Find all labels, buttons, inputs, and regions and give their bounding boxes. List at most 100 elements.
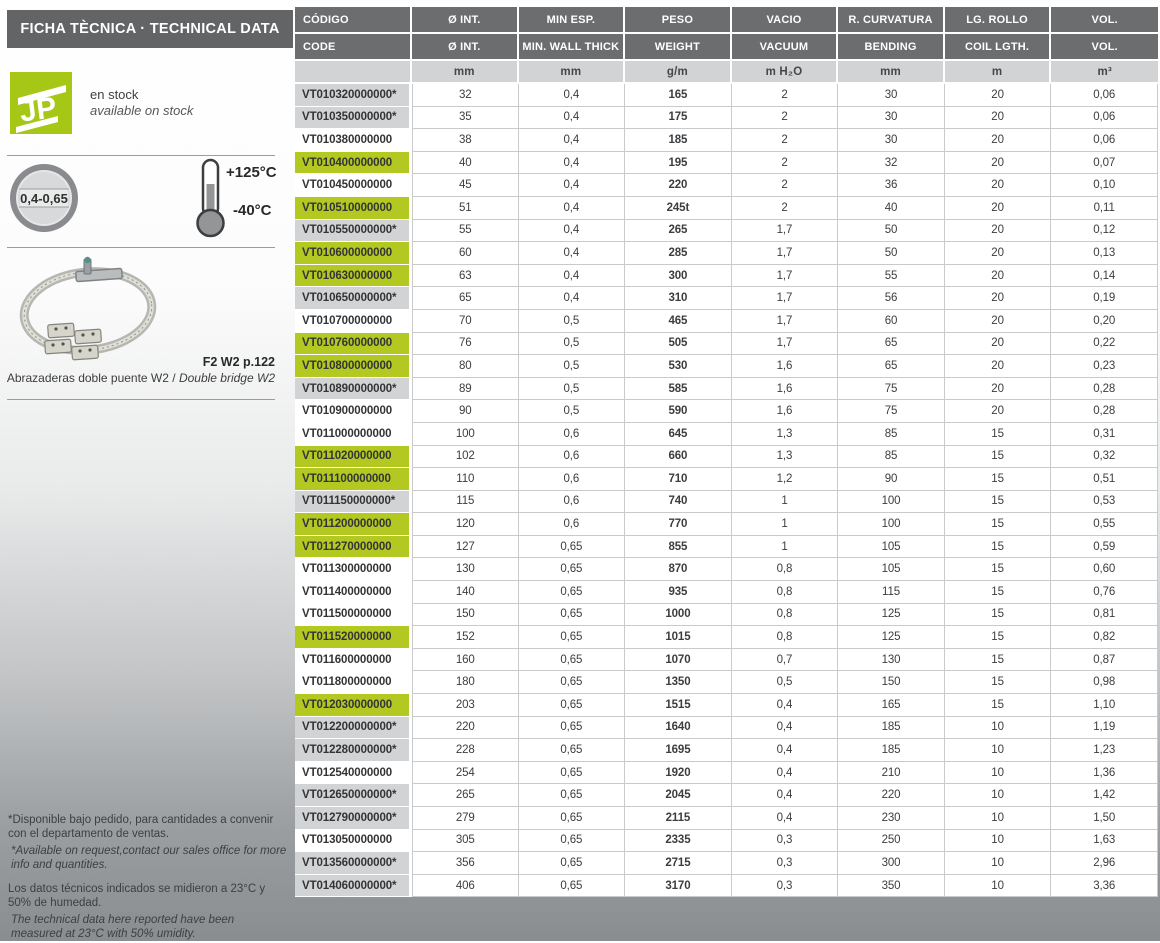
- row-value: 1350: [625, 671, 732, 695]
- row-value: 1,50: [1051, 807, 1158, 830]
- units-row: mm mm g/m m H₂O mm m m³: [295, 61, 1158, 84]
- row-value: 1920: [625, 761, 732, 785]
- row-value: 0,3: [731, 874, 839, 898]
- row-value: 0,7: [731, 648, 839, 672]
- column-header: VOL.: [1051, 34, 1158, 61]
- row-value: 2,96: [1051, 852, 1158, 875]
- row-value: 2715: [625, 852, 732, 875]
- row-code: VT013050000000: [295, 829, 412, 853]
- row-value: 0,65: [518, 716, 626, 740]
- row-value: 0,4: [518, 242, 626, 265]
- product-caption-en: Double bridge W2: [178, 371, 275, 385]
- row-code: VT012030000000: [295, 694, 412, 717]
- row-value: 265: [412, 784, 519, 807]
- row-value: 0,4: [518, 219, 626, 243]
- table-row: VT010600000000 60 0,4 285 1,7 50 20 0,13: [295, 242, 1158, 265]
- row-value: 0,3: [731, 852, 839, 875]
- divider: [7, 247, 275, 248]
- row-value: 1,7: [731, 287, 839, 310]
- row-value: 55: [838, 264, 945, 288]
- column-header: m H₂O: [731, 61, 839, 84]
- row-value: 1,19: [1051, 716, 1158, 740]
- row-value: 0,6: [518, 468, 626, 491]
- technical-data-table: CÓDIGO Ø INT. MIN ESP. PESO VACIO R. CURVATUR…: [295, 7, 1158, 898]
- row-value: 20: [944, 129, 1052, 152]
- table-row: VT010760000000 76 0,5 505 1,7 65 20 0,22: [295, 332, 1158, 356]
- row-value: 0,12: [1051, 219, 1158, 243]
- row-value: 0,60: [1051, 558, 1158, 582]
- row-value: 0,31: [1051, 422, 1158, 446]
- row-value: 0,59: [1051, 535, 1158, 559]
- row-value: 140: [412, 581, 519, 604]
- column-header: VACUUM: [731, 34, 839, 61]
- row-value: 2: [731, 106, 839, 130]
- row-value: 75: [838, 377, 945, 401]
- row-value: 0,8: [731, 581, 839, 604]
- row-value: 102: [412, 445, 519, 469]
- row-value: 0,6: [518, 490, 626, 514]
- notes: *Disponible bajo pedido, para cantidades…: [8, 813, 288, 943]
- row-value: 0,65: [518, 671, 626, 695]
- row-code: VT010890000000*: [295, 377, 412, 401]
- row-value: 30: [838, 84, 945, 107]
- column-header: Ø INT.: [412, 7, 519, 34]
- row-value: 1515: [625, 694, 732, 717]
- row-value: 185: [838, 739, 945, 762]
- row-code: VT010320000000*: [295, 84, 412, 107]
- row-value: 1000: [625, 603, 732, 627]
- table-row: VT011200000000 120 0,6 770 1 100 15 0,55: [295, 513, 1158, 536]
- row-value: 2: [731, 174, 839, 197]
- row-value: 0,65: [518, 694, 626, 717]
- row-value: 0,4: [518, 151, 626, 175]
- row-code: VT011300000000: [295, 558, 412, 582]
- column-header: m: [944, 61, 1052, 84]
- row-value: 265: [625, 219, 732, 243]
- row-value: 60: [412, 242, 519, 265]
- table-row: VT011800000000 180 0,65 1350 0,5 150 15 0,98: [295, 671, 1158, 695]
- wall-thickness-range: 0,4-0,65: [20, 191, 68, 206]
- row-value: 65: [838, 355, 945, 378]
- row-value: 1: [731, 513, 839, 536]
- row-value: 10: [944, 829, 1052, 853]
- row-code: VT010550000000*: [295, 219, 412, 243]
- column-header: COIL LGTH.: [944, 34, 1052, 61]
- table-header: CÓDIGO Ø INT. MIN ESP. PESO VACIO R. CURVATUR…: [295, 7, 1158, 84]
- row-value: 10: [944, 874, 1052, 898]
- column-header: VACIO: [731, 7, 839, 34]
- column-header: BENDING: [838, 34, 945, 61]
- row-value: 20: [944, 355, 1052, 378]
- row-value: 185: [838, 716, 945, 740]
- row-code: VT012200000000*: [295, 716, 412, 740]
- row-value: 0,6: [518, 422, 626, 446]
- row-value: 0,53: [1051, 490, 1158, 514]
- row-value: 152: [412, 626, 519, 649]
- row-value: 15: [944, 694, 1052, 717]
- row-value: 465: [625, 309, 732, 333]
- row-value: 0,4: [731, 716, 839, 740]
- row-value: 90: [412, 400, 519, 423]
- row-value: 0,65: [518, 761, 626, 785]
- row-value: 230: [838, 807, 945, 830]
- row-value: 300: [838, 852, 945, 875]
- row-value: 505: [625, 332, 732, 356]
- row-value: 65: [838, 332, 945, 356]
- row-value: 1,42: [1051, 784, 1158, 807]
- row-value: 85: [838, 445, 945, 469]
- table-row: VT010400000000 40 0,4 195 2 32 20 0,07: [295, 151, 1158, 175]
- row-value: 0,06: [1051, 106, 1158, 130]
- table-row: VT010900000000 90 0,5 590 1,6 75 20 0,28: [295, 400, 1158, 423]
- row-value: 0,4: [731, 807, 839, 830]
- column-header: m³: [1051, 61, 1158, 84]
- row-code: VT013560000000*: [295, 852, 412, 875]
- row-value: 45: [412, 174, 519, 197]
- row-value: 0,65: [518, 807, 626, 830]
- row-value: 245t: [625, 196, 732, 220]
- table-row: VT010510000000 51 0,4 245t 2 40 20 0,11: [295, 196, 1158, 220]
- row-value: 1,6: [731, 377, 839, 401]
- row-value: 20: [944, 400, 1052, 423]
- row-value: 0,14: [1051, 264, 1158, 288]
- temp-max-label: +125°C: [226, 164, 277, 181]
- table-row: VT011020000000 102 0,6 660 1,3 85 15 0,32: [295, 445, 1158, 469]
- row-value: 0,4: [731, 761, 839, 785]
- table-row: VT012650000000* 265 0,65 2045 0,4 220 10 1,42: [295, 784, 1158, 807]
